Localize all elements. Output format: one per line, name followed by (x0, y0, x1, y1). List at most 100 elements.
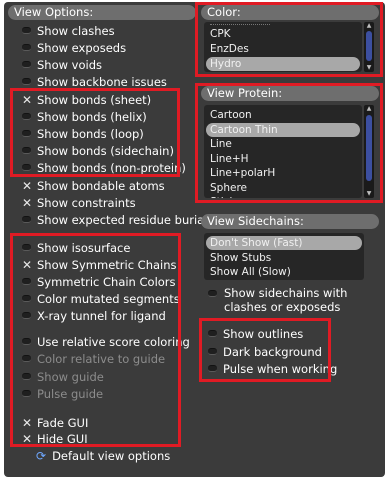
checkbox[interactable] (22, 312, 31, 319)
hide-gui-option[interactable]: ✕ Hide GUI (22, 430, 88, 447)
x-mark-icon[interactable]: ✕ (22, 197, 32, 209)
pulse-guide-label: Pulse guide (37, 386, 104, 401)
scroll-thumb[interactable] (366, 31, 372, 61)
show-symmetric-chains-label: Show Symmetric Chains (37, 257, 177, 272)
show-bonds-sheet-label: Show bonds (sheet) (37, 92, 152, 107)
fade-gui-label: Fade GUI (37, 415, 89, 430)
checkbox[interactable] (22, 355, 31, 362)
list-item[interactable]: Hydro (210, 57, 241, 71)
scroll-down-icon[interactable]: ▼ (365, 65, 373, 71)
list-item[interactable]: Cartoon (210, 108, 252, 122)
show-exposeds-option[interactable]: Show exposeds (22, 39, 126, 56)
checkbox[interactable] (208, 365, 217, 372)
show-bondable-atoms-label: Show bondable atoms (37, 178, 165, 193)
show-bonds-helix-label: Show bonds (helix) (37, 109, 147, 124)
default-view-options-button[interactable]: ⟳ Default view options (36, 447, 170, 464)
show-isosurface-option[interactable]: Show isosurface (22, 239, 130, 256)
list-item[interactable]: Sphere (210, 181, 247, 195)
color-relative-to-guide-label: Color relative to guide (37, 351, 166, 366)
show-backbone-issues-option[interactable]: Show backbone issues (22, 73, 167, 90)
checkbox[interactable] (22, 295, 31, 302)
scroll-up-icon[interactable]: ▲ (365, 106, 373, 112)
show-bonds-loop-option[interactable]: Show bonds (loop) (22, 125, 144, 142)
color-scrollbar[interactable]: ▲ ▼ (364, 22, 374, 72)
pulse-when-working-option[interactable]: Pulse when working (208, 360, 337, 377)
list-item[interactable]: CPK (210, 27, 231, 41)
show-outlines-option[interactable]: Show outlines (208, 325, 303, 342)
checkbox[interactable] (22, 164, 31, 171)
show-bonds-non-protein-option[interactable]: Show bonds (non-protein) (22, 159, 186, 176)
show-bonds-sheet-option[interactable]: ✕ Show bonds (sheet) (22, 91, 151, 108)
x-mark-icon[interactable]: ✕ (22, 417, 32, 429)
checkbox[interactable] (22, 44, 31, 51)
show-voids-option[interactable]: Show voids (22, 56, 102, 73)
scroll-thumb[interactable] (366, 115, 372, 181)
hide-gui-label: Hide GUI (37, 431, 88, 446)
x-mark-icon[interactable]: ✕ (22, 259, 32, 271)
show-exposeds-label: Show exposeds (37, 40, 127, 55)
view-options-header: View Options: (8, 5, 196, 20)
show-bonds-sidechain-label: Show bonds (sidechain) (37, 143, 174, 158)
list-item[interactable]: Show Stubs (210, 251, 271, 265)
checkbox[interactable] (22, 27, 31, 34)
list-item[interactable]: EnzDes (210, 42, 249, 56)
checkbox[interactable] (22, 338, 31, 345)
list-item[interactable]: Line+H (210, 152, 249, 166)
checkbox[interactable] (22, 130, 31, 137)
show-clashes-label: Show clashes (37, 23, 115, 38)
show-sidechains-clashes-option[interactable]: Show sidechains with clashes or exposeds (208, 286, 368, 314)
checkbox[interactable] (22, 216, 31, 223)
scroll-down-icon[interactable]: ▼ (365, 191, 373, 197)
show-bonds-helix-option[interactable]: Show bonds (helix) (22, 108, 147, 125)
checkbox[interactable] (22, 390, 31, 397)
show-bonds-sidechain-option[interactable]: Show bonds (sidechain) (22, 142, 174, 159)
pulse-guide-option[interactable]: Pulse guide (22, 385, 103, 402)
x-mark-icon[interactable]: ✕ (22, 433, 32, 445)
show-bonds-non-protein-label: Show bonds (non-protein) (37, 160, 186, 175)
show-constraints-label: Show constraints (37, 195, 136, 210)
checkbox[interactable] (208, 330, 217, 337)
show-bondable-atoms-option[interactable]: ✕ Show bondable atoms (22, 177, 165, 194)
view-protein-scrollbar[interactable]: ▲ ▼ (364, 105, 374, 198)
view-protein-header: View Protein: (201, 86, 379, 101)
show-guide-option[interactable]: Show guide (22, 368, 104, 385)
list-item[interactable]: Line (210, 137, 232, 151)
checkbox[interactable] (22, 373, 31, 380)
checkbox[interactable] (22, 147, 31, 154)
show-guide-label: Show guide (37, 369, 104, 384)
show-symmetric-chains-option[interactable]: ✕ Show Symmetric Chains (22, 256, 177, 273)
color-list[interactable]: CPK EnzDes Hydro (204, 22, 362, 72)
checkbox[interactable] (208, 290, 217, 297)
x-mark-icon[interactable]: ✕ (22, 94, 32, 106)
symmetric-chain-colors-option[interactable]: Symmetric Chain Colors (22, 273, 176, 290)
checkbox[interactable] (22, 78, 31, 85)
checkbox[interactable] (22, 61, 31, 68)
view-options-panel: View Options: Show clashes Show exposeds S… (4, 2, 385, 477)
list-item[interactable]: Line+polarH (210, 166, 275, 180)
color-mutated-segments-option[interactable]: Color mutated segments (22, 290, 180, 307)
show-expected-residue-burials-option[interactable]: Show expected residue burials (22, 211, 213, 228)
list-item[interactable]: Don't Show (Fast) (210, 236, 302, 250)
fade-gui-option[interactable]: ✕ Fade GUI (22, 414, 88, 431)
list-item[interactable]: Stick (210, 195, 236, 198)
color-header: Color: (201, 5, 379, 20)
list-item[interactable]: Show All (Slow) (210, 265, 291, 279)
dark-background-label: Dark background (223, 344, 322, 359)
view-sidechains-header: View Sidechains: (201, 214, 379, 229)
list-item[interactable]: Cartoon Thin (210, 123, 278, 137)
show-sidechains-clashes-label: Show sidechains with clashes or exposeds (224, 286, 348, 314)
show-constraints-option[interactable]: ✕ Show constraints (22, 194, 136, 211)
show-clashes-option[interactable]: Show clashes (22, 22, 115, 39)
view-protein-list[interactable]: Cartoon Cartoon Thin Line Line+H Line+polarH… (204, 105, 362, 198)
scroll-up-icon[interactable]: ▲ (365, 23, 373, 29)
use-relative-score-coloring-option[interactable]: Use relative score coloring (22, 333, 190, 350)
dark-background-option[interactable]: Dark background (208, 343, 322, 360)
checkbox[interactable] (22, 278, 31, 285)
checkbox[interactable] (208, 348, 217, 355)
checkbox[interactable] (22, 113, 31, 120)
color-relative-to-guide-option[interactable]: Color relative to guide (22, 350, 165, 367)
view-sidechains-list[interactable]: Don't Show (Fast) Show Stubs Show All (Slo… (204, 233, 364, 280)
checkbox[interactable] (22, 244, 31, 251)
x-mark-icon[interactable]: ✕ (22, 180, 32, 192)
x-ray-tunnel-for-ligand-option[interactable]: X-ray tunnel for ligand (22, 307, 166, 324)
